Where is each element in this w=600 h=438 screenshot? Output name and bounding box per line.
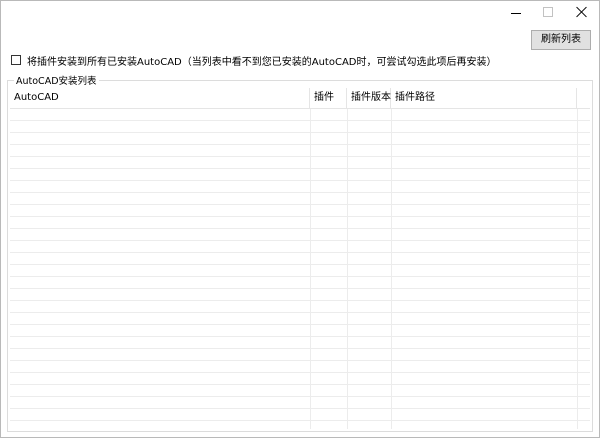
- group-title: AutoCAD安装列表: [14, 73, 99, 87]
- close-icon: [576, 6, 588, 18]
- title-bar[interactable]: [1, 1, 599, 23]
- install-all-checkbox[interactable]: [11, 55, 21, 65]
- close-button[interactable]: [567, 1, 597, 23]
- refresh-list-button[interactable]: 刷新列表: [531, 30, 591, 50]
- install-all-label: 将插件安装到所有已安装AutoCAD（当列表中看不到您已安装的AutoCAD时，…: [27, 56, 497, 68]
- minimize-icon: [511, 12, 521, 14]
- minimize-button[interactable]: [501, 1, 531, 23]
- column-divider: [310, 109, 311, 429]
- maximize-icon: [543, 7, 553, 17]
- maximize-button[interactable]: [533, 1, 563, 23]
- column-header-plugin[interactable]: 插件: [310, 88, 347, 108]
- autocad-install-list[interactable]: AutoCAD 插件 插件版本 插件路径: [10, 88, 590, 430]
- column-header-plugin-version[interactable]: 插件版本: [347, 88, 391, 108]
- column-header-plugin-path[interactable]: 插件路径: [391, 88, 577, 108]
- list-header: AutoCAD 插件 插件版本 插件路径: [10, 88, 590, 109]
- column-divider: [577, 109, 578, 429]
- column-header-autocad[interactable]: AutoCAD: [10, 88, 310, 108]
- list-gridlines: [10, 109, 590, 429]
- column-divider: [347, 109, 348, 429]
- column-divider: [391, 109, 392, 429]
- install-all-option[interactable]: 将插件安装到所有已安装AutoCAD（当列表中看不到您已安装的AutoCAD时，…: [11, 53, 497, 68]
- main-window: 刷新列表 将插件安装到所有已安装AutoCAD（当列表中看不到您已安装的Auto…: [0, 0, 600, 438]
